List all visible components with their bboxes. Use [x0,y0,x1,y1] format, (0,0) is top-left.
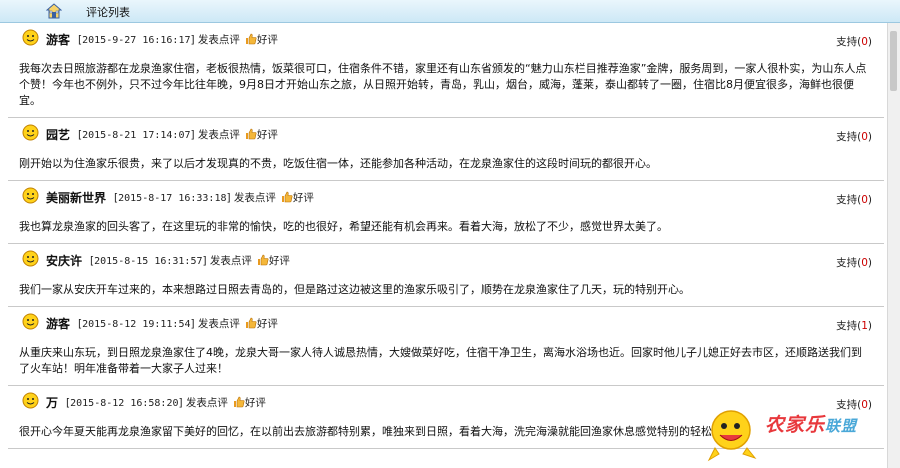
comment-text: 我也算龙泉渔家的回头客了，在这里玩的非常的愉快，吃的也很好，希望还能有机会再来。… [19,220,668,233]
comment-user: 游客 [46,33,71,47]
comment-text: 我每次去日照旅游都在龙泉渔家住宿，老板很热情，饭菜很可口，住宿条件不错，家里还有… [19,62,867,107]
comment-item: 园艺 [2015-8-21 17:14:07] 发表点评 好评 支持(0) 刚开始以为住… [8,118,884,181]
comment-item: 安庆许 [2015-8-15 16:31:57] 发表点评 好评 支持(0) 我们一家从… [8,244,884,307]
comment-date: 2015-8-17 16:33:18 [118,193,227,204]
comment-text: 从重庆来山东玩，到日照龙泉渔家住了4晚，龙泉大哥一家人待人诚恳热情，大嫂做菜好吃… [19,346,862,375]
post-comment-label[interactable]: 发表点评 [198,318,240,330]
post-comment-label[interactable]: 发表点评 [210,255,252,267]
comment-text: 刚开始以为住渔家乐很贵，来了以后才发现真的不贵，吃饭住宿一体，还能参加各种活动，… [19,157,657,170]
support-count: 0 [861,131,868,143]
comment-user: 园艺 [46,128,71,142]
comment-item: 游客 [2015-9-27 16:16:17] 发表点评 好评 支持(0) 我每次去日照… [8,23,884,118]
mascot-icon [707,410,757,462]
comment-meta: [2015-8-12 16:58:20] 发表点评 好评 [66,396,266,409]
support-count: 0 [861,36,868,48]
support-button[interactable]: 支持(0) [836,255,872,270]
comment-meta: [2015-9-27 16:16:17] 发表点评 好评 [78,33,278,46]
support-button[interactable]: 支持(1) [836,318,872,333]
comment-meta: [2015-8-15 16:31:57] 发表点评 好评 [90,254,290,267]
smiley-icon [22,187,39,204]
support-button[interactable]: 支持(0) [836,34,872,49]
smiley-icon [22,392,39,409]
post-comment-label[interactable]: 发表点评 [186,397,228,409]
thumbs-up-icon [245,317,257,329]
thumbs-up-icon [257,254,269,266]
thumbs-up-icon [245,33,257,45]
good-review-label: 好评 [292,192,314,204]
comment-date: 2015-8-12 16:58:20 [70,398,179,409]
comment-date: 2015-8-15 16:31:57 [94,256,203,267]
good-review-label: 好评 [256,318,278,330]
watermark-logo: 农家乐联盟 [705,400,900,468]
comment-header: 游客 [2015-8-12 19:11:54] 发表点评 好评 支持(1) [8,307,884,333]
support-label: 支持 [836,36,858,48]
comment-meta: [2015-8-21 17:14:07] 发表点评 好评 [78,128,278,141]
watermark-text: 农家乐联盟 [765,414,858,436]
post-comment-label[interactable]: 发表点评 [198,34,240,46]
title-bar: 评论列表 [0,0,900,23]
comment-user: 美丽新世界 [46,191,107,205]
scrollbar-thumb[interactable] [890,31,897,91]
comment-text: 我们一家从安庆开车过来的，本来想路过日照去青岛的，但是路过这边被这里的渔家乐吸引… [19,283,690,296]
support-button[interactable]: 支持(0) [836,192,872,207]
good-review-label: 好评 [244,397,266,409]
smiley-icon [22,250,39,267]
good-review-label: 好评 [256,129,278,141]
post-comment-label[interactable]: 发表点评 [198,129,240,141]
good-review-label: 好评 [268,255,290,267]
thumbs-up-icon [245,128,257,140]
support-label: 支持 [836,257,858,269]
comment-date: 2015-8-21 17:14:07 [82,130,191,141]
comment-meta: [2015-8-12 19:11:54] 发表点评 好评 [78,317,278,330]
comment-date: 2015-8-12 19:11:54 [82,319,191,330]
comment-header: 安庆许 [2015-8-15 16:31:57] 发表点评 好评 支持(0) [8,244,884,270]
comment-user: 游客 [46,317,71,331]
comment-user: 安庆许 [46,254,83,268]
page-title: 评论列表 [86,6,130,19]
support-count: 1 [861,320,868,332]
thumbs-up-icon [233,396,245,408]
comment-item: 游客 [2015-8-12 19:11:54] 发表点评 好评 支持(1) 从重庆来山东… [8,307,884,386]
support-count: 0 [861,194,868,206]
support-label: 支持 [836,131,858,143]
smiley-icon [22,124,39,141]
support-button[interactable]: 支持(0) [836,129,872,144]
smiley-icon [22,29,39,46]
good-review-label: 好评 [256,34,278,46]
smiley-icon [22,313,39,330]
post-comment-label[interactable]: 发表点评 [234,192,276,204]
support-label: 支持 [836,320,858,332]
comment-header: 园艺 [2015-8-21 17:14:07] 发表点评 好评 支持(0) [8,118,884,144]
thumbs-up-icon [281,191,293,203]
comment-header: 游客 [2015-9-27 16:16:17] 发表点评 好评 支持(0) [8,23,884,49]
support-label: 支持 [836,194,858,206]
comment-header: 美丽新世界 [2015-8-17 16:33:18] 发表点评 好评 支持(0) [8,181,884,207]
comment-date: 2015-9-27 16:16:17 [82,35,191,46]
comment-item: 美丽新世界 [2015-8-17 16:33:18] 发表点评 好评 支持(0) 我也算… [8,181,884,244]
support-count: 0 [861,257,868,269]
comment-user: 万 [46,396,59,410]
home-icon[interactable] [46,3,62,19]
comment-meta: [2015-8-17 16:33:18] 发表点评 好评 [114,191,314,204]
